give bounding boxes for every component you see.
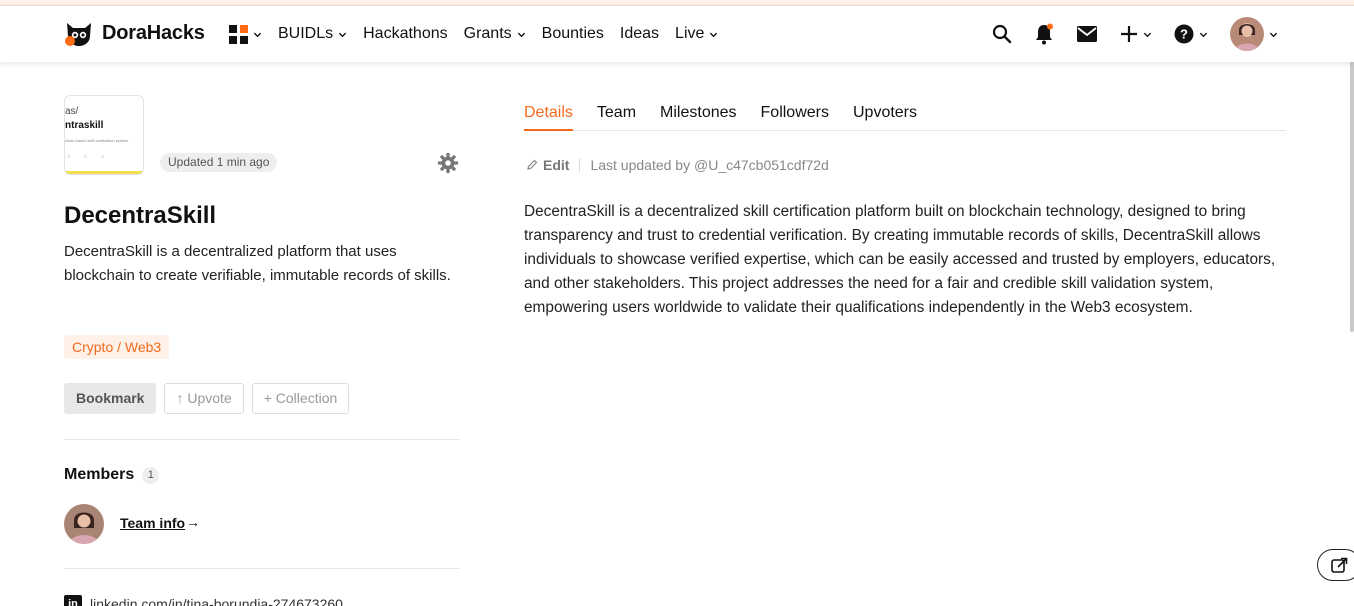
member-avatar[interactable] <box>64 504 104 544</box>
help-icon: ? <box>1174 24 1194 44</box>
dorahacks-logo-icon <box>65 23 91 46</box>
team-info-link[interactable]: Team info <box>120 515 185 531</box>
divider <box>64 439 460 440</box>
separator <box>579 158 581 172</box>
svg-text:?: ? <box>1180 27 1188 42</box>
nav-grants[interactable]: Grants <box>464 25 526 43</box>
tab-team[interactable]: Team <box>597 100 636 131</box>
pencil-icon <box>527 159 538 170</box>
chevron-down-icon <box>1269 32 1278 37</box>
arrow-right-icon: → <box>186 514 200 530</box>
members-heading: Members 1 <box>64 466 160 484</box>
chevron-down-icon <box>1199 32 1208 37</box>
project-actions: Bookmark ↑ Upvote + Collection <box>64 383 350 414</box>
nav-hackathons-label: Hackathons <box>363 25 448 42</box>
nav-buidls[interactable]: BUIDLs <box>278 25 347 43</box>
linkedin-icon: in <box>64 595 82 606</box>
gear-icon[interactable] <box>437 152 459 174</box>
edit-row: Edit Last updated by @U_c47cb051cdf72d <box>526 157 829 173</box>
dorahacks-logo[interactable]: DoraHacks <box>64 19 205 47</box>
bookmark-button[interactable]: Bookmark <box>64 383 157 414</box>
add-to-collection-button[interactable]: + Collection <box>251 383 350 414</box>
last-updated-text: Last updated by @U_c47cb051cdf72d <box>590 157 829 173</box>
messages-button[interactable] <box>1076 25 1098 43</box>
nav-live[interactable]: Live <box>675 25 718 43</box>
help-menu[interactable]: ? <box>1174 24 1208 44</box>
apps-menu[interactable] <box>229 24 262 44</box>
main-nav: BUIDLs Hackathons Grants Bounties Ideas … <box>229 6 734 62</box>
share-icon <box>1331 557 1348 573</box>
nav-bounties-label: Bounties <box>541 25 604 42</box>
project-short-description: DecentraSkill is a decentralized platfor… <box>64 243 451 284</box>
chevron-down-icon <box>710 32 718 37</box>
tab-milestones[interactable]: Milestones <box>660 100 736 131</box>
share-button[interactable] <box>1317 549 1354 581</box>
upvote-button[interactable]: ↑ Upvote <box>164 383 244 414</box>
linkedin-url: linkedin.com/in/tina-borundia-274673260 <box>90 596 343 606</box>
nav-ideas[interactable]: Ideas <box>620 25 659 43</box>
tab-followers[interactable]: Followers <box>761 100 829 131</box>
members-label: Members <box>64 466 135 483</box>
tab-details[interactable]: Details <box>524 100 573 131</box>
bell-icon <box>1036 23 1053 45</box>
members-count-badge: 1 <box>142 466 160 484</box>
project-thumbnail: as/ ntraskill chain based skill verifica… <box>64 95 144 175</box>
mail-icon <box>1077 26 1097 42</box>
top-navigation-bar: DoraHacks BUIDLs Hackathons Grants Bount… <box>0 6 1354 62</box>
search-button[interactable] <box>992 24 1012 44</box>
project-tabs: Details Team Milestones Followers Upvote… <box>524 100 1286 131</box>
chevron-down-icon <box>517 32 525 37</box>
apps-grid-icon <box>229 24 248 44</box>
thumbnail-stats: ○ ○ ○ <box>67 154 105 160</box>
edit-label: Edit <box>543 157 570 173</box>
project-title: DecentraSkill <box>64 202 217 229</box>
thumbnail-accent-bar <box>65 171 143 174</box>
tab-upvoters[interactable]: Upvoters <box>853 100 917 131</box>
thumbnail-line-1: as/ <box>65 106 79 117</box>
category-tag[interactable]: Crypto / Web3 <box>64 335 170 359</box>
divider <box>64 568 460 569</box>
nav-grants-label: Grants <box>463 25 512 42</box>
nav-ideas-label: Ideas <box>619 25 660 42</box>
user-avatar <box>1230 17 1264 51</box>
search-icon <box>992 24 1012 44</box>
project-details-body: DecentraSkill is a decentralized skill c… <box>524 203 1276 316</box>
thumbnail-line-3: chain based skill verification system <box>65 138 129 143</box>
page-scrollbar[interactable] <box>1350 42 1354 332</box>
updated-badge: Updated 1 min ago <box>160 153 278 172</box>
nav-hackathons[interactable]: Hackathons <box>363 25 448 43</box>
chevron-down-icon <box>338 32 347 37</box>
nav-buidls-label: BUIDLs <box>278 25 334 42</box>
nav-bounties[interactable]: Bounties <box>542 25 604 43</box>
header-actions: ? <box>992 6 1278 62</box>
notifications-button[interactable] <box>1034 23 1054 45</box>
user-menu[interactable] <box>1230 17 1278 51</box>
chevron-down-icon <box>253 32 262 37</box>
create-menu[interactable] <box>1120 25 1152 43</box>
linkedin-link[interactable]: in linkedin.com/in/tina-borundia-2746732… <box>64 595 343 606</box>
plus-icon <box>1121 26 1137 42</box>
thumbnail-line-2: ntraskill <box>65 120 104 131</box>
logo-text: DoraHacks <box>102 21 205 44</box>
chevron-down-icon <box>1143 32 1152 37</box>
nav-live-label: Live <box>675 25 705 42</box>
edit-button[interactable]: Edit <box>526 157 569 173</box>
